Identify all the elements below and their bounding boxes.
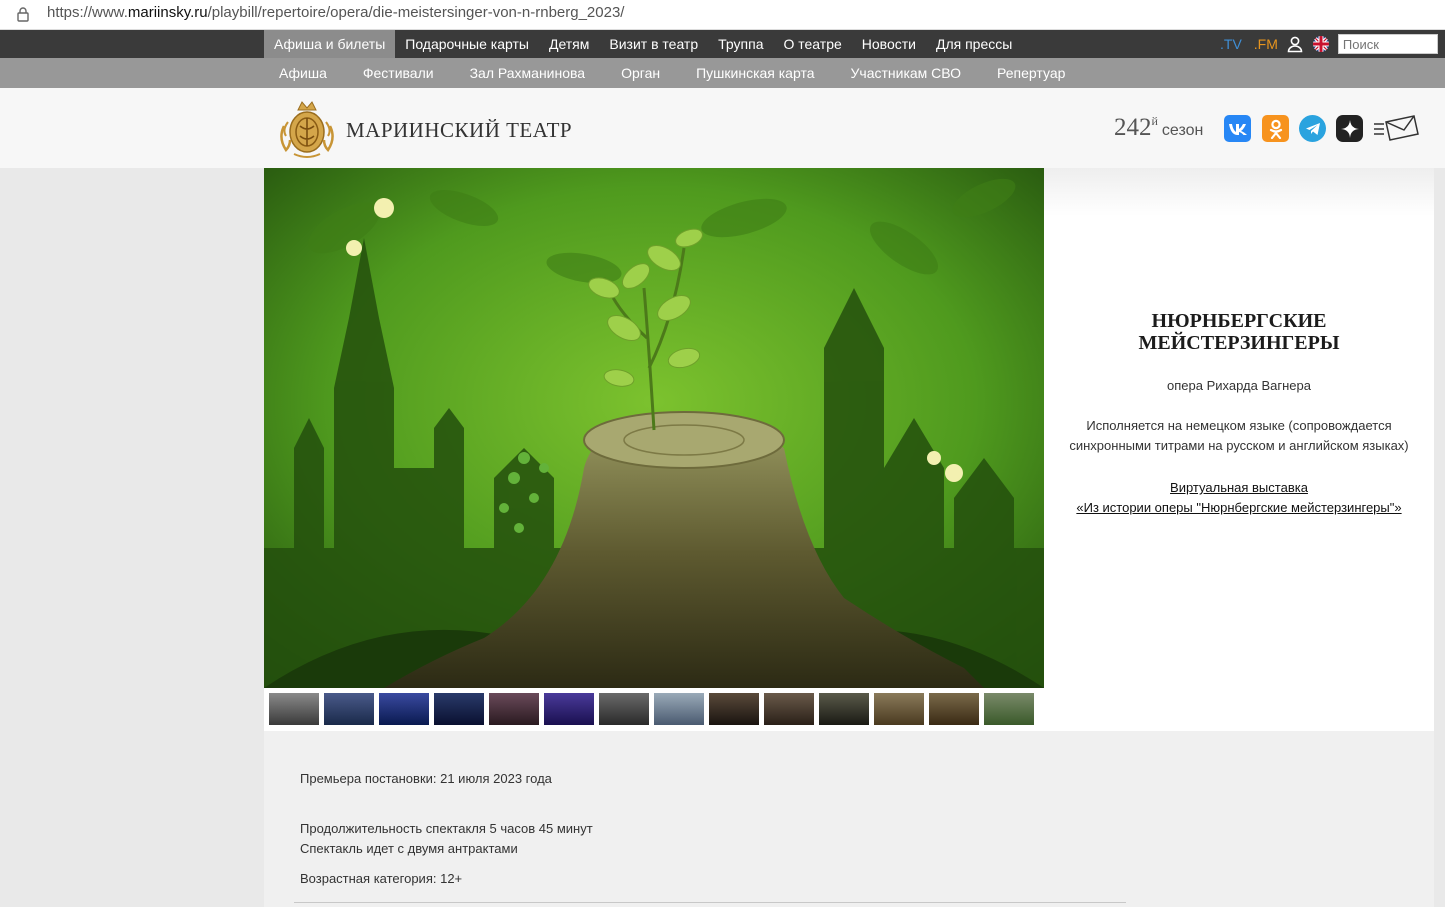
primary-navigation: Афиша и билеты Подарочные карты Детям Ви… xyxy=(0,30,1445,58)
gallery-thumbnail[interactable] xyxy=(984,693,1034,725)
ok-icon[interactable] xyxy=(1262,115,1289,142)
nav-item-children[interactable]: Детям xyxy=(539,30,599,58)
virtual-exhibit-link[interactable]: Виртуальная выставка «Из истории оперы "… xyxy=(1044,478,1434,518)
subnav-item-pushkin-card[interactable]: Пушкинская карта xyxy=(678,58,832,88)
gallery-thumbnail[interactable] xyxy=(379,693,429,725)
gallery-thumbnail[interactable] xyxy=(929,693,979,725)
nav-item-about[interactable]: О театре xyxy=(773,30,851,58)
subnav-item-rachmaninov-hall[interactable]: Зал Рахманинова xyxy=(452,58,604,88)
gallery-thumbnail[interactable] xyxy=(544,693,594,725)
duration-text: Продолжительность спектакля 5 часов 45 м… xyxy=(300,821,593,836)
age-category: Возрастная категория: 12+ xyxy=(300,871,463,886)
performance-details: Премьера постановки: 21 июля 2023 года П… xyxy=(264,731,1434,907)
performance-language-note: Исполняется на немецком языке (сопровожд… xyxy=(1069,418,1409,453)
nav-item-company[interactable]: Труппа xyxy=(708,30,773,58)
subnav-item-repertoire[interactable]: Репертуар xyxy=(979,58,1083,88)
theatre-emblem-icon[interactable] xyxy=(276,96,338,160)
gallery-thumbnails xyxy=(264,688,1044,731)
url-text[interactable]: https://www.mariinsky.ru/playbill/repert… xyxy=(47,4,624,21)
intermissions-text: Спектакль идет с двумя антрактами xyxy=(300,841,518,856)
vk-icon[interactable] xyxy=(1224,115,1251,142)
nav-item-press[interactable]: Для прессы xyxy=(926,30,1022,58)
gallery-thumbnail[interactable] xyxy=(599,693,649,725)
gallery-thumbnail[interactable] xyxy=(874,693,924,725)
nav-item-gift-cards[interactable]: Подарочные карты xyxy=(395,30,539,58)
performance-info-panel: НЮРНБЕРГСКИЕ МЕЙСТЕРЗИНГЕРЫ опера Рихард… xyxy=(1044,168,1434,731)
fm-link[interactable]: .FM xyxy=(1254,36,1278,52)
gallery-thumbnail[interactable] xyxy=(764,693,814,725)
subnav-item-organ[interactable]: Орган xyxy=(603,58,678,88)
season-label: 242й сезон xyxy=(1114,113,1204,141)
site-header: МАРИИНСКИЙ ТЕАТР 242й сезон xyxy=(0,88,1445,168)
gallery-thumbnail[interactable] xyxy=(324,693,374,725)
performance-subtitle: опера Рихарда Вагнера xyxy=(1167,378,1311,393)
performance-hero-image[interactable] xyxy=(264,168,1044,688)
browser-url-bar[interactable]: https://www.mariinsky.ru/playbill/repert… xyxy=(0,0,1445,30)
uk-flag-icon[interactable] xyxy=(1312,35,1330,53)
search-input[interactable] xyxy=(1337,34,1438,54)
telegram-icon[interactable] xyxy=(1299,115,1326,142)
site-logo-text[interactable]: МАРИИНСКИЙ ТЕАТР xyxy=(346,118,572,143)
gallery-thumbnail[interactable] xyxy=(434,693,484,725)
subnav-item-svo[interactable]: Участникам СВО xyxy=(833,58,980,88)
tv-link[interactable]: .TV xyxy=(1220,36,1242,52)
premiere-date: Премьера постановки: 21 июля 2023 года xyxy=(300,771,552,786)
gallery-thumbnail[interactable] xyxy=(489,693,539,725)
gallery-thumbnail[interactable] xyxy=(819,693,869,725)
nav-item-news[interactable]: Новости xyxy=(852,30,926,58)
nav-item-playbill-tickets[interactable]: Афиша и билеты xyxy=(264,30,396,58)
lock-icon xyxy=(17,7,29,22)
nav-item-visit[interactable]: Визит в театр xyxy=(599,30,708,58)
gallery-thumbnail[interactable] xyxy=(654,693,704,725)
panel-top-fade xyxy=(1044,168,1434,216)
gallery-thumbnail[interactable] xyxy=(269,693,319,725)
secondary-navigation: Афиша Фестивали Зал Рахманинова Орган Пу… xyxy=(0,58,1445,88)
zen-icon[interactable] xyxy=(1336,115,1363,142)
subnav-item-festivals[interactable]: Фестивали xyxy=(345,58,452,88)
divider xyxy=(294,902,1126,903)
performance-title: НЮРНБЕРГСКИЕ МЕЙСТЕРЗИНГЕРЫ xyxy=(1138,310,1340,354)
gallery-thumbnail[interactable] xyxy=(709,693,759,725)
subnav-item-playbill[interactable]: Афиша xyxy=(261,58,345,88)
mail-menu-icon[interactable] xyxy=(1374,114,1420,142)
user-icon[interactable] xyxy=(1286,35,1304,53)
